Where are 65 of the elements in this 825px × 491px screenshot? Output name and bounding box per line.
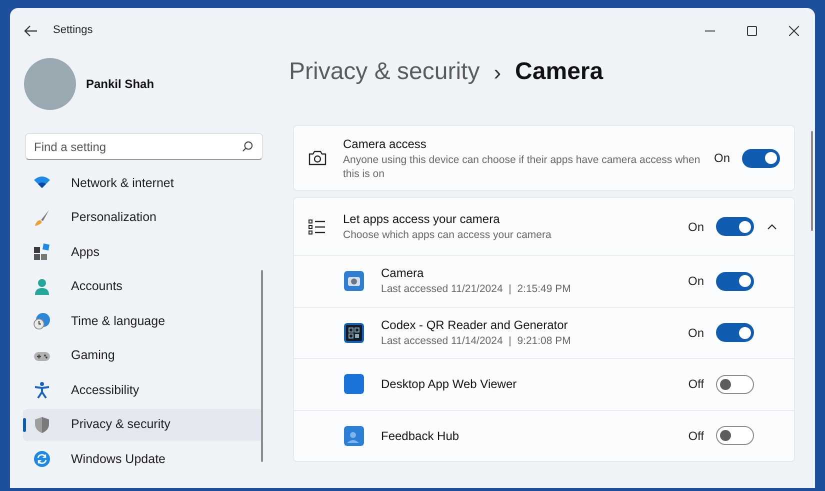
avatar-placeholder [24,58,76,110]
sidebar-label: Personalization [71,209,156,226]
sidebar-label: Windows Update [71,450,166,468]
sidebar-label: Time & language [71,312,166,330]
toggle-state-label: On [688,273,704,290]
page-title: Camera [515,57,604,87]
sidebar-item[interactable]: Time & language [23,305,263,337]
app-name: Feedback Hub [381,428,460,445]
person-icon [33,278,51,296]
last-accessed-text: Last accessed 11/14/2024 | 9:21:08 PM [381,334,572,349]
sidebar-label: Privacy & security [71,416,170,434]
toggle-state-label: Off [688,428,704,445]
shield-icon [33,416,51,434]
sidebar-item[interactable]: Privacy & security [23,408,263,440]
setting-title: Camera access [343,136,428,153]
app-tile-icon [344,374,364,394]
toggle-state-label: Off [688,376,704,394]
sidebar-label: Apps [71,244,100,261]
sidebar-item[interactable]: Accessibility [23,374,263,406]
last-accessed-text: Last accessed 11/21/2024 | 2:15:49 PM [381,282,572,298]
toggle-switch[interactable] [716,272,754,291]
list-icon [308,218,326,234]
toggle-switch[interactable] [742,148,780,168]
search-icon [242,141,253,152]
qr-code-icon [344,322,364,343]
maximize-icon [747,26,757,36]
setting-description: Anyone using this device can choose if their apps have camera access when this is on [343,153,702,181]
sidebar-item[interactable]: Gaming [23,340,263,372]
sidebar-item[interactable]: Apps [23,236,263,268]
accessibility-icon [33,381,51,399]
close-icon [789,26,799,36]
app-name: Codex - QR Reader and Generator [381,316,569,334]
sidebar-label: Accounts [71,278,122,296]
paintbrush-icon [33,208,51,226]
camera-app-icon [344,271,364,292]
window-title: Settings [53,23,93,38]
toggle-switch[interactable] [716,426,754,446]
sidebar-item[interactable]: Personalization [23,202,263,234]
toggle-switch[interactable] [716,217,754,236]
sidebar-item[interactable]: Windows Update [23,443,263,475]
profile-name: Pankil Shah [86,76,154,93]
toggle-state-label: On [688,324,704,342]
apps-icon [33,243,51,261]
sidebar-label: Network & internet [71,174,174,192]
camera-icon [308,150,327,166]
toggle-state-label: On [714,150,730,167]
search-field[interactable]: Find a setting [25,133,263,160]
chevron-icon [767,224,777,230]
feedback-person-icon [344,426,364,446]
setting-title: Let apps access your camera [343,210,501,228]
breadcrumb-parent[interactable]: Privacy & security [289,54,480,90]
sidebar-item[interactable]: Accounts [23,270,263,302]
toggle-switch[interactable] [716,374,754,394]
sidebar-label: Accessibility [71,382,140,399]
toggle-state-label: On [688,218,704,236]
setting-description: Choose which apps can access your camera [343,228,552,243]
app-name: Desktop App Web Viewer [381,376,518,394]
toggle-switch[interactable] [716,323,754,342]
update-icon [33,450,51,468]
sidebar-item[interactable]: Network & internet [23,167,263,199]
sidebar-label: Gaming [71,347,115,364]
globe-clock-icon [33,312,51,330]
breadcrumb-separator: › [494,58,502,86]
app-name: Camera [381,265,425,282]
back-arrow-icon[interactable] [24,24,38,38]
